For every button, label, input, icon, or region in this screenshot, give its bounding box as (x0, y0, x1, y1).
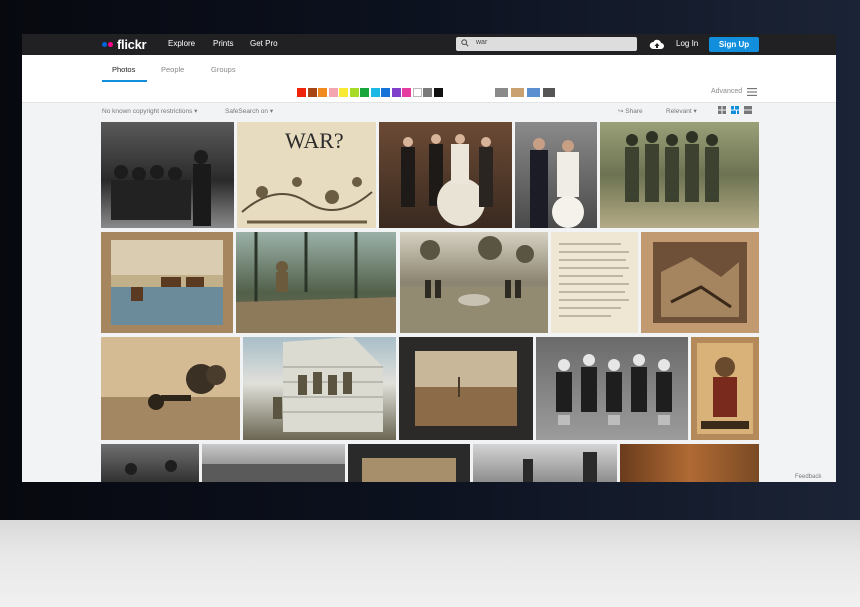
safesearch-label: SafeSearch on (225, 108, 269, 115)
color-swatch-6[interactable] (360, 88, 369, 97)
list-view-icon[interactable] (744, 106, 752, 114)
photo-handwritten-letter[interactable] (551, 232, 638, 333)
color-swatches (297, 88, 444, 97)
grid-view-icon[interactable] (718, 106, 726, 114)
nav-get-pro[interactable]: Get Pro (250, 39, 278, 48)
browser-screen: flickr Explore Prints Get Pro war Log In… (22, 34, 836, 482)
search-value: war (476, 39, 488, 46)
minimal-filter-icon (527, 88, 540, 97)
feedback-link[interactable]: Feedback (795, 474, 821, 480)
photo-memorial-field[interactable] (400, 232, 548, 333)
cloud-upload-icon[interactable] (649, 38, 665, 50)
signup-button[interactable]: Sign Up (709, 37, 759, 52)
color-swatch-11[interactable] (412, 88, 422, 97)
logo-blue-dot (102, 42, 107, 47)
photo-city-soldiers[interactable] (473, 444, 617, 482)
advanced-link[interactable]: Advanced (711, 88, 742, 95)
photo-children-refugees[interactable] (536, 337, 688, 440)
search-subnav: Photos People Groups (22, 55, 836, 83)
photo-fire-orange[interactable] (620, 444, 759, 482)
color-swatch-4[interactable] (339, 88, 348, 97)
logo-pink-dot (108, 42, 113, 47)
photo-war-crowd-bw[interactable] (101, 122, 234, 228)
flickr-logo[interactable]: flickr (102, 37, 147, 52)
logo-text: flickr (117, 37, 147, 52)
justified-view-icon[interactable] (731, 106, 739, 114)
style-filter-icons[interactable] (495, 88, 555, 97)
photo-wedding-couple[interactable] (515, 122, 597, 228)
share-label: Share (625, 108, 643, 115)
photo-house-soldiers[interactable] (243, 337, 396, 440)
photo-street-scene[interactable] (101, 444, 199, 482)
pattern-filter-icon (543, 88, 555, 97)
tab-groups[interactable]: Groups (211, 65, 236, 74)
search-input[interactable]: war (456, 37, 637, 51)
photo-horses-painting[interactable] (101, 232, 233, 333)
safesearch-filter[interactable]: SafeSearch on ▾ (225, 107, 273, 115)
bw-filter-icon (495, 88, 508, 97)
sort-label: Relevant (666, 108, 692, 115)
poster-war-text: WAR? (285, 128, 344, 153)
photo-battlefield-sepia[interactable] (641, 232, 759, 333)
photo-cannon-smoke[interactable] (101, 337, 240, 440)
license-label: No known copyright restrictions (102, 108, 193, 115)
color-swatch-7[interactable] (370, 88, 380, 97)
photo-landscape-dark-frame[interactable] (399, 337, 533, 440)
search-icon (461, 39, 469, 47)
photo-forest-soldiers[interactable] (236, 232, 396, 333)
color-swatch-10[interactable] (402, 88, 411, 97)
depth-filter-icon (511, 88, 524, 97)
tab-photos[interactable]: Photos (112, 65, 135, 74)
desk-surface (0, 520, 860, 607)
nav-explore[interactable]: Explore (168, 39, 195, 48)
top-navigation: flickr Explore Prints Get Pro war Log In… (22, 34, 836, 55)
color-swatch-1[interactable] (307, 88, 317, 97)
photo-wedding-group[interactable] (379, 122, 512, 228)
photo-grid: WAR? (101, 122, 761, 482)
sort-dropdown[interactable]: Relevant ▾ (666, 107, 697, 115)
view-toggle (718, 106, 757, 114)
photo-dark-frame[interactable] (348, 444, 470, 482)
color-swatch-0[interactable] (297, 88, 306, 97)
color-swatch-8[interactable] (381, 88, 390, 97)
color-swatch-9[interactable] (391, 88, 401, 97)
share-button[interactable]: ↪ Share (618, 107, 643, 115)
login-link[interactable]: Log In (676, 39, 698, 48)
license-filter[interactable]: No known copyright restrictions ▾ (102, 107, 197, 115)
nav-prints[interactable]: Prints (213, 39, 233, 48)
tab-people[interactable]: People (161, 65, 184, 74)
color-swatch-3[interactable] (328, 88, 338, 97)
photo-soldiers-group[interactable] (600, 122, 759, 228)
color-swatch-12[interactable] (423, 88, 432, 97)
menu-icon[interactable] (747, 88, 757, 96)
photo-war-poster[interactable] (691, 337, 759, 440)
color-swatch-5[interactable] (349, 88, 359, 97)
color-swatch-13[interactable] (433, 88, 443, 97)
color-filter-bar: Advanced (22, 82, 836, 103)
photo-war-cartoon-sketch[interactable]: WAR? (237, 122, 376, 228)
color-swatch-2[interactable] (318, 88, 327, 97)
filter-row: No known copyright restrictions ▾ SafeSe… (22, 102, 836, 120)
photo-field-bw[interactable] (202, 444, 345, 482)
